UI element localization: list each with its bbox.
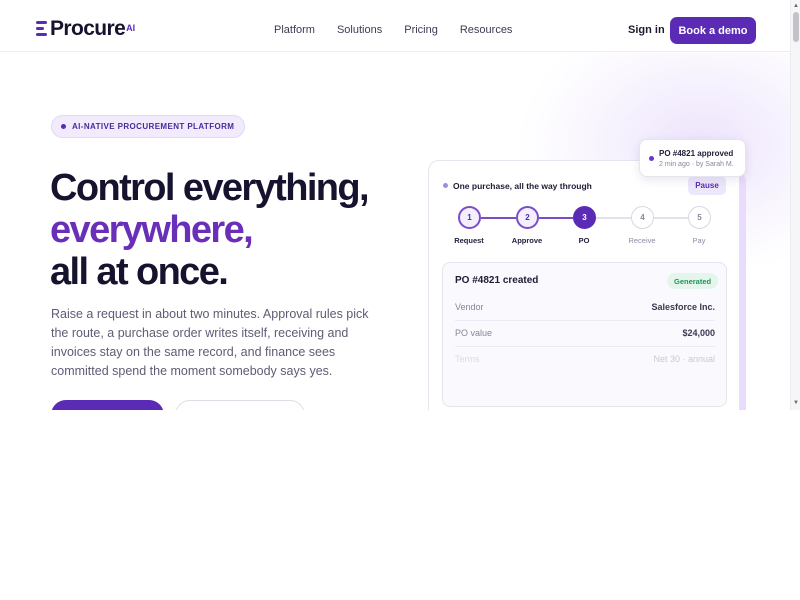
po-row-key: PO value: [455, 328, 493, 338]
hero-section: AI-NATIVE PROCUREMENT PLATFORM Control e…: [0, 53, 790, 410]
po-row-terms: Terms Net 30 · annual: [455, 347, 715, 373]
step-1-label: Request: [454, 236, 484, 245]
hero-badge: AI-NATIVE PROCUREMENT PLATFORM: [51, 115, 246, 138]
approval-toast[interactable]: PO #4821 approved 2 min ago · by Sarah M…: [639, 139, 746, 177]
scroll-up-arrow-icon[interactable]: ▲: [792, 2, 800, 10]
po-details-panel: PO #4821 created Generated Vendor Salesf…: [442, 262, 727, 407]
badge-label: AI-NATIVE PROCUREMENT PLATFORM: [72, 122, 235, 131]
step-1-circle[interactable]: 1: [458, 206, 481, 229]
main-nav: Platform Solutions Pricing Resources: [274, 23, 534, 37]
logo-mark-icon: [36, 21, 47, 36]
logo-wordmark: Procure: [50, 17, 126, 40]
headline-line-3: all at once.: [50, 251, 229, 293]
po-row-value: Salesforce Inc.: [651, 302, 715, 312]
headline-line-1: Control everything,: [50, 167, 370, 209]
step-4-label: Receive: [628, 236, 656, 245]
purchase-stepper: 1 2 3 4 5 Request Approve PO Receive Pay: [454, 206, 711, 252]
step-connector-1-2: [481, 217, 516, 219]
logo[interactable]: Procure AI: [36, 17, 136, 40]
hero-secondary-cta-button[interactable]: [175, 400, 305, 410]
step-connector-2-3: [539, 217, 573, 219]
toast-title: PO #4821 approved: [659, 149, 734, 158]
po-row-key: Terms: [455, 354, 480, 364]
po-row-value: Net 30 · annual: [653, 354, 715, 364]
status-badge: Generated: [667, 273, 719, 289]
po-row-value: $24,000: [682, 328, 715, 338]
po-row-vendor: Vendor Salesforce Inc.: [455, 295, 715, 321]
nav-link-solutions[interactable]: Solutions: [337, 23, 382, 37]
card-title-dot-icon: [443, 183, 448, 188]
step-3-label: PO: [578, 236, 590, 245]
sign-in-link[interactable]: Sign in: [628, 23, 665, 37]
step-connector-4-5: [654, 217, 688, 219]
po-row-key: Vendor: [455, 302, 484, 312]
toast-dot-icon: [649, 156, 654, 161]
purchase-flow-card: One purchase, all the way through Pause …: [428, 160, 740, 410]
book-demo-button[interactable]: Book a demo: [670, 17, 756, 44]
step-5-circle[interactable]: 5: [688, 206, 711, 229]
po-row-value-amount: PO value $24,000: [455, 321, 715, 347]
nav-link-pricing[interactable]: Pricing: [404, 23, 438, 37]
step-5-label: Pay: [692, 236, 706, 245]
logo-ai-suffix: AI: [126, 23, 136, 33]
hero-lead-paragraph: Raise a request in about two minutes. Ap…: [51, 307, 369, 378]
hero-primary-cta-button[interactable]: [51, 400, 164, 410]
scrollbar-thumb[interactable]: [793, 12, 799, 42]
hero-headline: Control everything, everywhere, all at o…: [50, 167, 370, 293]
nav-link-platform[interactable]: Platform: [274, 23, 315, 37]
step-4-circle[interactable]: 4: [631, 206, 654, 229]
page-scrollbar[interactable]: ▲ ▼: [790, 0, 800, 410]
headline-line-2: everywhere,: [50, 209, 254, 251]
blank-area: [0, 410, 800, 600]
po-title: PO #4821 created: [455, 275, 539, 286]
toast-subtitle: 2 min ago · by Sarah M.: [659, 161, 734, 168]
step-2-label: Approve: [511, 236, 543, 245]
badge-dot-icon: [61, 124, 66, 129]
step-connector-3-4: [596, 217, 631, 219]
nav-link-resources[interactable]: Resources: [460, 23, 513, 37]
step-2-circle[interactable]: 2: [516, 206, 539, 229]
step-3-circle[interactable]: 3: [573, 206, 596, 229]
site-header: Procure AI Platform Solutions Pricing Re…: [0, 0, 790, 52]
card-title: One purchase, all the way through: [453, 181, 592, 191]
scroll-down-arrow-icon[interactable]: ▼: [792, 399, 800, 407]
pause-button[interactable]: Pause: [688, 176, 726, 195]
